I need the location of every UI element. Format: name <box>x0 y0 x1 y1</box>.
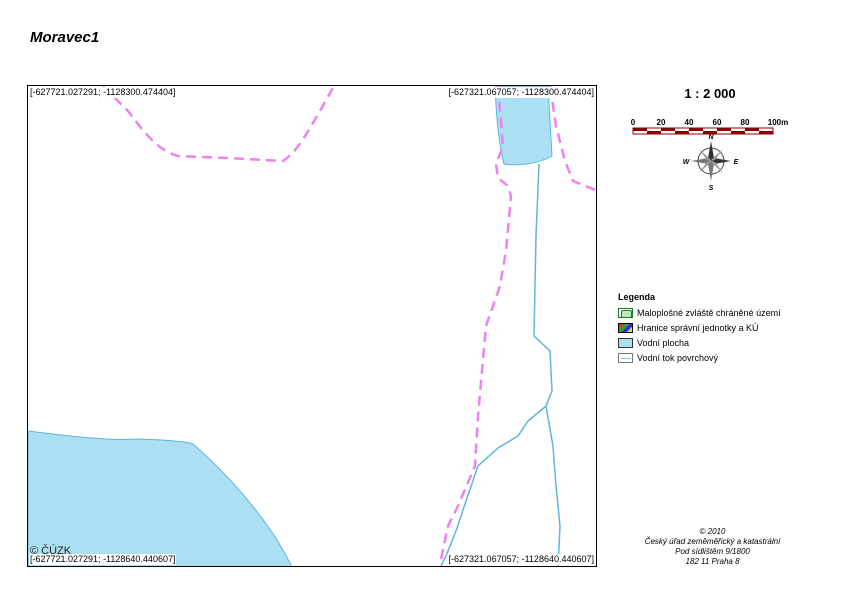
boundary-center-right <box>438 86 513 565</box>
scale-tick-0: 0 <box>631 118 636 127</box>
legend-label: Maloplošné zvláště chráněné území <box>637 307 781 318</box>
water-area-symbol-icon <box>618 337 633 348</box>
coord-bottom-left: [-627721.027291; -1128640.440607] <box>29 554 177 565</box>
stream-branch <box>440 405 547 566</box>
admin-boundary-symbol-icon <box>618 322 633 333</box>
scale-tick-80: 80 <box>741 118 750 127</box>
scale-label: 1 : 2 000 <box>684 86 736 101</box>
compass-s-label: S <box>709 185 714 192</box>
compass-n-label: N <box>708 134 714 141</box>
protected-area-symbol-icon <box>618 307 633 318</box>
compass-rose-icon: N E S W <box>683 134 739 192</box>
scale-tick-60: 60 <box>713 118 722 127</box>
legend: Legenda Maloplošné zvláště chráněné územ… <box>618 292 781 365</box>
footer-line-2: Český úřad zeměměřický a katastrální <box>644 537 781 546</box>
compass-w-label: W <box>683 159 691 166</box>
footer-credit: © 2010 Český úřad zeměměřický a katastrá… <box>630 527 795 567</box>
legend-title: Legenda <box>618 292 656 302</box>
compass-e-label: E <box>734 159 739 166</box>
map-canvas[interactable] <box>28 86 597 567</box>
coord-bottom-right: [-627321.067057; -1128640.440607] <box>447 554 595 565</box>
footer-line-3: Pod sídlištěm 9/1800 <box>675 547 750 556</box>
map-frame[interactable]: [-627721.027291; -1128300.474404] [-6273… <box>27 85 597 567</box>
legend-item-water-area: Vodní plocha <box>618 335 781 350</box>
footer-line-4: 182 11 Praha 8 <box>685 557 740 566</box>
legend-item-admin-boundary: Hranice správní jednotky a KÚ <box>618 320 781 335</box>
legend-item-surface-stream: Vodní tok povrchový <box>618 350 781 365</box>
legend-label: Vodní tok povrchový <box>637 352 719 363</box>
boundary-right <box>548 86 596 192</box>
legend-item-protected-area: Maloplošné zvláště chráněné území <box>618 305 781 320</box>
coord-top-left: [-627721.027291; -1128300.474404] <box>29 87 177 98</box>
legend-label: Hranice správní jednotky a KÚ <box>637 322 759 333</box>
scale-tick-20: 20 <box>657 118 666 127</box>
map-title: Moravec1 <box>30 29 100 46</box>
coord-top-right: [-627321.067057; -1128300.474404] <box>447 87 595 98</box>
legend-label: Vodní plocha <box>637 337 690 348</box>
stream-main <box>533 163 561 566</box>
surface-stream-symbol-icon <box>618 352 633 363</box>
scale-tick-40: 40 <box>685 118 694 127</box>
scale-tick-100: 100m <box>768 118 788 127</box>
footer-line-1: © 2010 <box>699 527 726 536</box>
